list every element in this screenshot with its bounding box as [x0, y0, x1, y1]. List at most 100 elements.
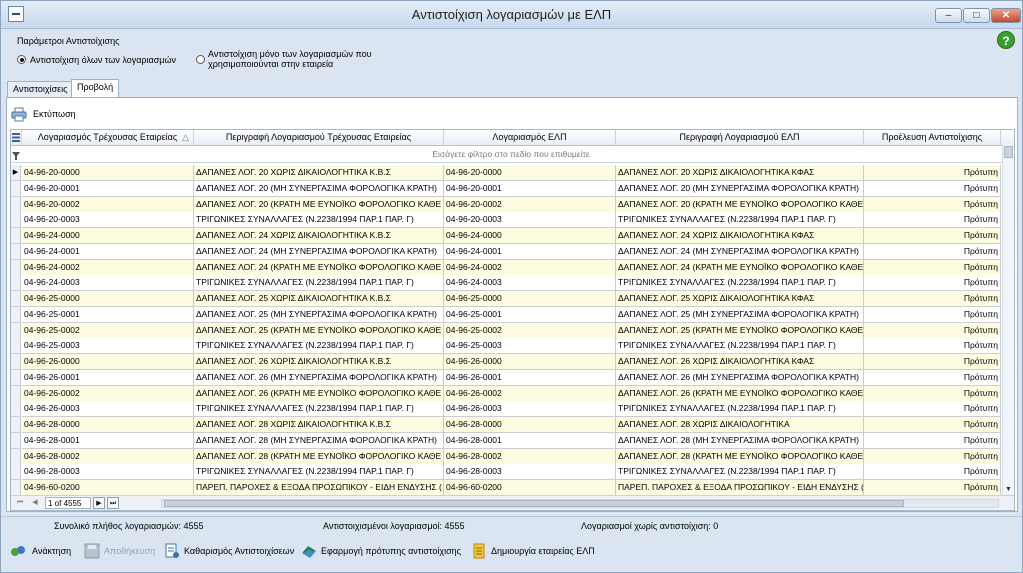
table-cell[interactable]: 04-96-60-0200 [22, 480, 194, 495]
table-cell[interactable]: ΤΡΙΓΩΝΙΚΕΣ ΣΥΝΑΛΛΑΓΕΣ (Ν.2238/1994 ΠΑΡ.1… [194, 401, 444, 418]
row-selector[interactable] [11, 338, 21, 355]
table-cell[interactable]: ΔΑΠΑΝΕΣ ΛΟΓ. 24 (ΚΡΑΤΗ ΜΕ ΕΥΝΟΪΚΟ ΦΟΡΟΛΟ… [616, 259, 864, 276]
row-selector[interactable] [11, 228, 21, 244]
table-row[interactable]: 04-96-26-0002 ΔΑΠΑΝΕΣ ΛΟΓ. 26 (ΚΡΑΤΗ ΜΕ Ε… [11, 385, 1001, 402]
table-row[interactable]: 04-96-25-0002 ΔΑΠΑΝΕΣ ΛΟΓ. 25 (ΚΡΑΤΗ ΜΕ Ε… [11, 322, 1001, 339]
table-row[interactable]: 04-96-28-0000 ΔΑΠΑΝΕΣ ΛΟΓ. 28 ΧΩΡΙΣ ΔΙΚΑΙ… [11, 417, 1001, 433]
table-cell[interactable]: 04-96-20-0001 [444, 180, 616, 197]
table-cell[interactable]: Πρότυπη [864, 448, 1001, 465]
radio-all-accounts-label[interactable]: Αντιστοίχιση όλων των λογαριασμών [30, 55, 176, 65]
table-cell[interactable]: 04-96-28-0003 [444, 464, 616, 481]
table-cell[interactable]: 04-96-26-0002 [444, 385, 616, 402]
table-cell[interactable]: 04-96-28-0001 [444, 432, 616, 449]
vertical-scroll-thumb[interactable] [1004, 146, 1013, 158]
table-cell[interactable]: 04-96-28-0000 [444, 417, 616, 433]
row-selector[interactable] [11, 480, 21, 495]
horizontal-scrollbar[interactable] [161, 499, 999, 508]
header-elp-account[interactable]: Λογαριασμός ΕΛΠ [444, 130, 616, 146]
radio-used-accounts[interactable] [196, 55, 205, 64]
row-selector[interactable] [11, 259, 21, 276]
row-selector[interactable] [11, 180, 21, 197]
table-row[interactable]: 04-96-26-0000 ΔΑΠΑΝΕΣ ΛΟΓ. 26 ΧΩΡΙΣ ΔΙΚΑΙ… [11, 354, 1001, 370]
table-cell[interactable]: 04-96-20-0002 [22, 196, 194, 213]
table-cell[interactable]: ΔΑΠΑΝΕΣ ΛΟΓ. 28 (ΜΗ ΣΥΝΕΡΓΑΣΙΜΑ ΦΟΡΟΛΟΓΙ… [616, 432, 864, 449]
table-cell[interactable]: 04-96-25-0001 [444, 306, 616, 323]
table-cell[interactable]: 04-96-25-0002 [444, 322, 616, 339]
header-company-account[interactable]: Λογαριασμός Τρέχουσας Εταιρείας △ [22, 130, 194, 146]
table-cell[interactable]: Πρότυπη [864, 338, 1001, 355]
row-selector[interactable] [11, 306, 21, 323]
table-cell[interactable]: Πρότυπη [864, 354, 1001, 370]
title-bar[interactable]: Αντιστοίχιση λογαριασμών με ΕΛΠ – □ ✕ [1, 1, 1022, 29]
table-cell[interactable]: 04-96-25-0001 [22, 306, 194, 323]
table-row[interactable]: 04-96-24-0000 ΔΑΠΑΝΕΣ ΛΟΓ. 24 ΧΩΡΙΣ ΔΙΚΑΙ… [11, 228, 1001, 244]
table-cell[interactable]: 04-96-26-0003 [444, 401, 616, 418]
table-cell[interactable]: Πρότυπη [864, 432, 1001, 449]
table-cell[interactable]: ΤΡΙΓΩΝΙΚΕΣ ΣΥΝΑΛΛΑΓΕΣ (Ν.2238/1994 ΠΑΡ.1… [194, 275, 444, 292]
table-cell[interactable]: 04-96-25-0000 [444, 291, 616, 307]
table-row[interactable]: 04-96-20-0002 ΔΑΠΑΝΕΣ ΛΟΓ. 20 (ΚΡΑΤΗ ΜΕ Ε… [11, 196, 1001, 213]
table-cell[interactable]: 04-96-24-0000 [22, 228, 194, 244]
table-cell[interactable]: Πρότυπη [864, 306, 1001, 323]
table-cell[interactable]: ΔΑΠΑΝΕΣ ΛΟΓ. 20 (ΜΗ ΣΥΝΕΡΓΑΣΙΜΑ ΦΟΡΟΛΟΓΙ… [194, 180, 444, 197]
row-selector[interactable] [11, 464, 21, 481]
row-selector[interactable] [11, 385, 21, 402]
row-selector[interactable] [11, 369, 21, 386]
table-cell[interactable]: Πρότυπη [864, 196, 1001, 213]
table-cell[interactable]: 04-96-24-0002 [444, 259, 616, 276]
table-row[interactable]: 04-96-24-0002 ΔΑΠΑΝΕΣ ΛΟΓ. 24 (ΚΡΑΤΗ ΜΕ Ε… [11, 259, 1001, 276]
row-selector[interactable] [11, 432, 21, 449]
row-selector[interactable] [11, 322, 21, 339]
table-cell[interactable]: Πρότυπη [864, 180, 1001, 197]
header-company-description[interactable]: Περιγραφή Λογαριασμού Τρέχουσας Εταιρεία… [194, 130, 444, 146]
table-cell[interactable]: 04-96-24-0000 [444, 228, 616, 244]
table-cell[interactable]: ΔΑΠΑΝΕΣ ΛΟΓ. 28 ΧΩΡΙΣ ΔΙΚΑΙΟΛΟΓΗΤΙΚΑ [616, 417, 864, 433]
table-cell[interactable]: Πρότυπη [864, 228, 1001, 244]
table-cell[interactable]: 04-96-60-0200 [444, 480, 616, 495]
table-row[interactable]: 04-96-28-0003 ΤΡΙΓΩΝΙΚΕΣ ΣΥΝΑΛΛΑΓΕΣ (Ν.22… [11, 464, 1001, 481]
table-cell[interactable]: 04-96-26-0001 [22, 369, 194, 386]
table-cell[interactable]: ΔΑΠΑΝΕΣ ΛΟΓ. 20 ΧΩΡΙΣ ΔΙΚΑΙΟΛΟΓΗΤΙΚΑ ΚΦΑ… [616, 165, 864, 181]
help-icon[interactable]: ? [997, 31, 1015, 49]
header-elp-description[interactable]: Περιγραφή Λογαριασμού ΕΛΠ [616, 130, 864, 146]
table-cell[interactable]: ΠΑΡΕΠ. ΠΑΡΟΧΕΣ & ΕΞΟΔΑ ΠΡΟΣΩΠΙΚΟΥ - ΕΙΔΗ… [194, 480, 444, 495]
column-chooser-icon[interactable] [11, 130, 22, 146]
table-row[interactable]: 04-96-25-0000 ΔΑΠΑΝΕΣ ΛΟΓ. 25 ΧΩΡΙΣ ΔΙΚΑΙ… [11, 291, 1001, 307]
table-cell[interactable]: 04-96-20-0000 [444, 165, 616, 181]
table-cell[interactable]: 04-96-25-0003 [22, 338, 194, 355]
row-selector[interactable] [11, 212, 21, 229]
next-page-icon[interactable]: ▶ [93, 497, 105, 509]
table-cell[interactable]: ΤΡΙΓΩΝΙΚΕΣ ΣΥΝΑΛΛΑΓΕΣ (Ν.2238/1994 ΠΑΡ.1… [194, 464, 444, 481]
table-row[interactable]: 04-96-24-0001 ΔΑΠΑΝΕΣ ΛΟΓ. 24 (ΜΗ ΣΥΝΕΡΓΑ… [11, 243, 1001, 260]
table-cell[interactable]: 04-96-26-0000 [444, 354, 616, 370]
page-indicator[interactable]: 1 of 4555 [45, 497, 91, 509]
table-cell[interactable]: ΤΡΙΓΩΝΙΚΕΣ ΣΥΝΑΛΛΑΓΕΣ (Ν.2238/1994 ΠΑΡ.1… [616, 275, 864, 292]
table-cell[interactable]: ΔΑΠΑΝΕΣ ΛΟΓ. 24 ΧΩΡΙΣ ΔΙΚΑΙΟΛΟΓΗΤΙΚΑ Κ.Β… [194, 228, 444, 244]
table-cell[interactable]: 04-96-26-0002 [22, 385, 194, 402]
table-cell[interactable]: 04-96-28-0002 [22, 448, 194, 465]
table-cell[interactable]: 04-96-28-0002 [444, 448, 616, 465]
table-row[interactable]: 04-96-20-0003 ΤΡΙΓΩΝΙΚΕΣ ΣΥΝΑΛΛΑΓΕΣ (Ν.22… [11, 212, 1001, 229]
table-row[interactable]: ▶ 04-96-20-0000 ΔΑΠΑΝΕΣ ΛΟΓ. 20 ΧΩΡΙΣ ΔΙΚΑ… [11, 165, 1001, 181]
table-cell[interactable]: 04-96-24-0002 [22, 259, 194, 276]
table-cell[interactable]: 04-96-20-0003 [22, 212, 194, 229]
table-cell[interactable]: 04-96-24-0001 [22, 243, 194, 260]
table-cell[interactable]: ΔΑΠΑΝΕΣ ΛΟΓ. 20 (ΚΡΑΤΗ ΜΕ ΕΥΝΟΪΚΟ ΦΟΡΟΛΟ… [194, 196, 444, 213]
table-cell[interactable]: 04-96-20-0003 [444, 212, 616, 229]
tab-view[interactable]: Προβολή [71, 79, 120, 97]
table-cell[interactable]: ΔΑΠΑΝΕΣ ΛΟΓ. 26 ΧΩΡΙΣ ΔΙΚΑΙΟΛΟΓΗΤΙΚΑ Κ.Β… [194, 354, 444, 370]
table-cell[interactable]: Πρότυπη [864, 243, 1001, 260]
row-selector[interactable] [11, 448, 21, 465]
prev-page-icon[interactable]: ◀ [29, 497, 41, 509]
header-matching-origin[interactable]: Προέλευση Αντιστοίχισης [864, 130, 1001, 146]
table-row[interactable]: 04-96-20-0001 ΔΑΠΑΝΕΣ ΛΟΓ. 20 (ΜΗ ΣΥΝΕΡΓΑ… [11, 180, 1001, 197]
minimize-button[interactable]: – [935, 8, 962, 23]
row-selector[interactable] [11, 243, 21, 260]
table-cell[interactable]: ΔΑΠΑΝΕΣ ΛΟΓ. 28 (ΚΡΑΤΗ ΜΕ ΕΥΝΟΪΚΟ ΦΟΡΟΛΟ… [616, 448, 864, 465]
table-cell[interactable]: 04-96-25-0000 [22, 291, 194, 307]
table-row[interactable]: 04-96-60-0200 ΠΑΡΕΠ. ΠΑΡΟΧΕΣ & ΕΞΟΔΑ ΠΡΟΣ… [11, 480, 1001, 495]
table-cell[interactable]: 04-96-25-0003 [444, 338, 616, 355]
table-cell[interactable]: ΔΑΠΑΝΕΣ ΛΟΓ. 28 ΧΩΡΙΣ ΔΙΚΑΙΟΛΟΓΗΤΙΚΑ Κ.Β… [194, 417, 444, 433]
table-cell[interactable]: 04-96-20-0000 [22, 165, 194, 181]
table-cell[interactable]: Πρότυπη [864, 259, 1001, 276]
